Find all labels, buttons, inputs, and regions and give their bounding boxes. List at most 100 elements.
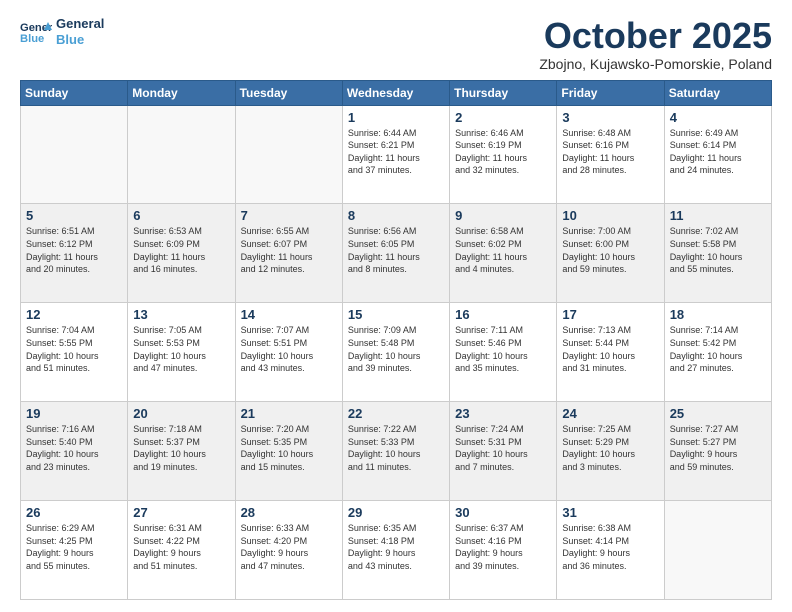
calendar-cell: 3Sunrise: 6:48 AM Sunset: 6:16 PM Daylig… bbox=[557, 105, 664, 204]
day-number: 21 bbox=[241, 406, 337, 421]
calendar-cell: 11Sunrise: 7:02 AM Sunset: 5:58 PM Dayli… bbox=[664, 204, 771, 303]
day-number: 28 bbox=[241, 505, 337, 520]
month-title: October 2025 bbox=[539, 16, 772, 56]
svg-text:Blue: Blue bbox=[20, 33, 44, 45]
day-number: 20 bbox=[133, 406, 229, 421]
cell-info: Sunrise: 6:35 AM Sunset: 4:18 PM Dayligh… bbox=[348, 522, 444, 572]
logo-line2: Blue bbox=[56, 32, 104, 48]
calendar-cell: 22 Sunrise: 7:22 AM Sunset: 5:33 PM Dayli… bbox=[342, 402, 449, 501]
cell-info: Sunrise: 7:22 AM Sunset: 5:33 PM Dayligh… bbox=[348, 423, 444, 473]
day-number: 1 bbox=[348, 110, 444, 125]
logo-icon: General Blue bbox=[20, 18, 52, 46]
day-number: 14 bbox=[241, 307, 337, 322]
cell-info: Sunrise: 7:09 AM Sunset: 5:48 PM Dayligh… bbox=[348, 324, 444, 374]
calendar-week-2: 5Sunrise: 6:51 AM Sunset: 6:12 PM Daylig… bbox=[21, 204, 772, 303]
calendar-cell: 15Sunrise: 7:09 AM Sunset: 5:48 PM Dayli… bbox=[342, 303, 449, 402]
logo: General Blue General Blue bbox=[20, 16, 104, 47]
calendar-cell: 28 Sunrise: 6:33 AM Sunset: 4:20 PM Dayli… bbox=[235, 501, 342, 600]
cell-info: Sunrise: 7:27 AM Sunset: 5:27 PM Dayligh… bbox=[670, 423, 766, 473]
day-number: 26 bbox=[26, 505, 122, 520]
cell-info: Sunrise: 6:56 AM Sunset: 6:05 PM Dayligh… bbox=[348, 225, 444, 275]
cell-info: Sunrise: 6:46 AM Sunset: 6:19 PM Dayligh… bbox=[455, 127, 551, 177]
cell-info: Sunrise: 6:38 AM Sunset: 4:14 PM Dayligh… bbox=[562, 522, 658, 572]
cell-info: Sunrise: 7:18 AM Sunset: 5:37 PM Dayligh… bbox=[133, 423, 229, 473]
calendar-header-sunday: Sunday bbox=[21, 80, 128, 105]
calendar-header-thursday: Thursday bbox=[450, 80, 557, 105]
day-number: 12 bbox=[26, 307, 122, 322]
calendar-cell: 8Sunrise: 6:56 AM Sunset: 6:05 PM Daylig… bbox=[342, 204, 449, 303]
cell-info: Sunrise: 6:44 AM Sunset: 6:21 PM Dayligh… bbox=[348, 127, 444, 177]
day-number: 19 bbox=[26, 406, 122, 421]
header: General Blue General Blue October 2025 Z… bbox=[20, 16, 772, 72]
calendar-cell: 24 Sunrise: 7:25 AM Sunset: 5:29 PM Dayli… bbox=[557, 402, 664, 501]
cell-info: Sunrise: 7:16 AM Sunset: 5:40 PM Dayligh… bbox=[26, 423, 122, 473]
day-number: 2 bbox=[455, 110, 551, 125]
calendar-week-5: 26 Sunrise: 6:29 AM Sunset: 4:25 PM Dayli… bbox=[21, 501, 772, 600]
calendar-cell: 9Sunrise: 6:58 AM Sunset: 6:02 PM Daylig… bbox=[450, 204, 557, 303]
calendar-cell: 21 Sunrise: 7:20 AM Sunset: 5:35 PM Dayli… bbox=[235, 402, 342, 501]
calendar-cell: 4 Sunrise: 6:49 AM Sunset: 6:14 PM Daylig… bbox=[664, 105, 771, 204]
calendar-week-1: 1 Sunrise: 6:44 AM Sunset: 6:21 PM Daylig… bbox=[21, 105, 772, 204]
day-number: 18 bbox=[670, 307, 766, 322]
cell-info: Sunrise: 7:20 AM Sunset: 5:35 PM Dayligh… bbox=[241, 423, 337, 473]
day-number: 9 bbox=[455, 208, 551, 223]
calendar-cell bbox=[235, 105, 342, 204]
day-number: 10 bbox=[562, 208, 658, 223]
day-number: 23 bbox=[455, 406, 551, 421]
cell-info: Sunrise: 7:02 AM Sunset: 5:58 PM Dayligh… bbox=[670, 225, 766, 275]
calendar-week-4: 19 Sunrise: 7:16 AM Sunset: 5:40 PM Dayli… bbox=[21, 402, 772, 501]
calendar-cell: 17 Sunrise: 7:13 AM Sunset: 5:44 PM Dayli… bbox=[557, 303, 664, 402]
calendar-cell: 10Sunrise: 7:00 AM Sunset: 6:00 PM Dayli… bbox=[557, 204, 664, 303]
calendar-cell: 1 Sunrise: 6:44 AM Sunset: 6:21 PM Daylig… bbox=[342, 105, 449, 204]
day-number: 27 bbox=[133, 505, 229, 520]
calendar-week-3: 12 Sunrise: 7:04 AM Sunset: 5:55 PM Dayli… bbox=[21, 303, 772, 402]
cell-info: Sunrise: 6:31 AM Sunset: 4:22 PM Dayligh… bbox=[133, 522, 229, 572]
calendar-cell: 7 Sunrise: 6:55 AM Sunset: 6:07 PM Daylig… bbox=[235, 204, 342, 303]
calendar-cell: 26 Sunrise: 6:29 AM Sunset: 4:25 PM Dayli… bbox=[21, 501, 128, 600]
calendar-body: 1 Sunrise: 6:44 AM Sunset: 6:21 PM Daylig… bbox=[21, 105, 772, 599]
cell-info: Sunrise: 7:14 AM Sunset: 5:42 PM Dayligh… bbox=[670, 324, 766, 374]
calendar-cell: 31 Sunrise: 6:38 AM Sunset: 4:14 PM Dayli… bbox=[557, 501, 664, 600]
cell-info: Sunrise: 6:49 AM Sunset: 6:14 PM Dayligh… bbox=[670, 127, 766, 177]
cell-info: Sunrise: 7:11 AM Sunset: 5:46 PM Dayligh… bbox=[455, 324, 551, 374]
calendar-header-tuesday: Tuesday bbox=[235, 80, 342, 105]
cell-info: Sunrise: 7:13 AM Sunset: 5:44 PM Dayligh… bbox=[562, 324, 658, 374]
cell-info: Sunrise: 6:29 AM Sunset: 4:25 PM Dayligh… bbox=[26, 522, 122, 572]
calendar-cell: 27 Sunrise: 6:31 AM Sunset: 4:22 PM Dayli… bbox=[128, 501, 235, 600]
day-number: 30 bbox=[455, 505, 551, 520]
cell-info: Sunrise: 7:07 AM Sunset: 5:51 PM Dayligh… bbox=[241, 324, 337, 374]
day-number: 16 bbox=[455, 307, 551, 322]
cell-info: Sunrise: 6:55 AM Sunset: 6:07 PM Dayligh… bbox=[241, 225, 337, 275]
calendar-cell: 25Sunrise: 7:27 AM Sunset: 5:27 PM Dayli… bbox=[664, 402, 771, 501]
calendar-cell: 16 Sunrise: 7:11 AM Sunset: 5:46 PM Dayli… bbox=[450, 303, 557, 402]
calendar-table: SundayMondayTuesdayWednesdayThursdayFrid… bbox=[20, 80, 772, 600]
calendar-header-monday: Monday bbox=[128, 80, 235, 105]
calendar-cell: 19 Sunrise: 7:16 AM Sunset: 5:40 PM Dayli… bbox=[21, 402, 128, 501]
calendar-header-saturday: Saturday bbox=[664, 80, 771, 105]
calendar-cell: 23Sunrise: 7:24 AM Sunset: 5:31 PM Dayli… bbox=[450, 402, 557, 501]
cell-info: Sunrise: 7:05 AM Sunset: 5:53 PM Dayligh… bbox=[133, 324, 229, 374]
calendar-header-wednesday: Wednesday bbox=[342, 80, 449, 105]
cell-info: Sunrise: 7:04 AM Sunset: 5:55 PM Dayligh… bbox=[26, 324, 122, 374]
day-number: 4 bbox=[670, 110, 766, 125]
calendar-cell bbox=[21, 105, 128, 204]
location: Zbojno, Kujawsko-Pomorskie, Poland bbox=[539, 56, 772, 72]
calendar-cell bbox=[128, 105, 235, 204]
cell-info: Sunrise: 7:25 AM Sunset: 5:29 PM Dayligh… bbox=[562, 423, 658, 473]
day-number: 22 bbox=[348, 406, 444, 421]
day-number: 17 bbox=[562, 307, 658, 322]
calendar-cell: 5Sunrise: 6:51 AM Sunset: 6:12 PM Daylig… bbox=[21, 204, 128, 303]
calendar-cell: 2 Sunrise: 6:46 AM Sunset: 6:19 PM Daylig… bbox=[450, 105, 557, 204]
cell-info: Sunrise: 6:51 AM Sunset: 6:12 PM Dayligh… bbox=[26, 225, 122, 275]
calendar-cell: 13Sunrise: 7:05 AM Sunset: 5:53 PM Dayli… bbox=[128, 303, 235, 402]
cell-info: Sunrise: 6:37 AM Sunset: 4:16 PM Dayligh… bbox=[455, 522, 551, 572]
calendar-cell: 18 Sunrise: 7:14 AM Sunset: 5:42 PM Dayli… bbox=[664, 303, 771, 402]
cell-info: Sunrise: 6:33 AM Sunset: 4:20 PM Dayligh… bbox=[241, 522, 337, 572]
day-number: 7 bbox=[241, 208, 337, 223]
calendar-cell: 14 Sunrise: 7:07 AM Sunset: 5:51 PM Dayli… bbox=[235, 303, 342, 402]
cell-info: Sunrise: 6:48 AM Sunset: 6:16 PM Dayligh… bbox=[562, 127, 658, 177]
calendar-cell: 20 Sunrise: 7:18 AM Sunset: 5:37 PM Dayli… bbox=[128, 402, 235, 501]
calendar-header-friday: Friday bbox=[557, 80, 664, 105]
day-number: 24 bbox=[562, 406, 658, 421]
day-number: 31 bbox=[562, 505, 658, 520]
